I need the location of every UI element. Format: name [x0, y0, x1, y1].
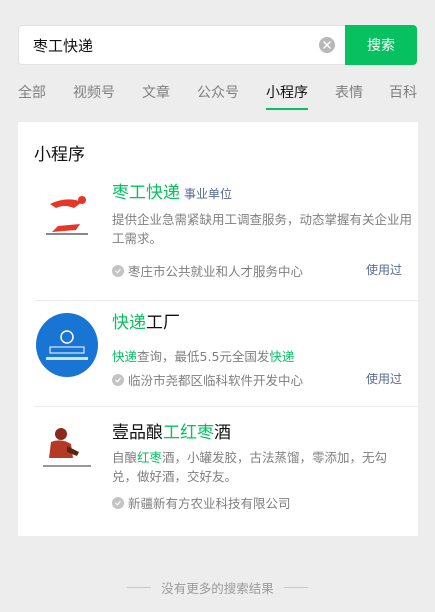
- verified-icon: [112, 264, 124, 277]
- result-description: 提供企业急需紧缺用工调查服务，动态掌握有关企业用工需求。: [112, 210, 412, 248]
- result-org: 枣庄市公共就业和人才服务中心: [112, 261, 303, 280]
- result-desc-highlight: 快递: [112, 349, 138, 364]
- no-more-results: 没有更多的搜索结果: [0, 578, 435, 597]
- result-org: 临汾市尧都区临科软件开发中心: [112, 370, 303, 389]
- verified-icon: [112, 373, 124, 386]
- tab-articles[interactable]: 文章: [142, 82, 170, 102]
- result-item[interactable]: 枣工快递 事业单位 提供企业急需紧缺用工调查服务，动态掌握有关企业用工需求。 枣庄…: [34, 172, 418, 280]
- footer-line: [127, 587, 152, 588]
- footer-line: [283, 587, 308, 588]
- search-button[interactable]: 搜索: [345, 25, 417, 65]
- tab-bar: 全部 视频号 文章 公众号 小程序 表情 百科: [0, 76, 435, 110]
- used-before-label: 使用过: [365, 372, 402, 386]
- result-badge: 事业单位: [184, 187, 233, 201]
- tab-stickers[interactable]: 表情: [335, 82, 363, 102]
- result-item[interactable]: 壹品酿工红枣酒 自酿红枣酒，小罐发胶，古法蒸馏，零添加，无勾兑，做好酒，交好友。…: [34, 412, 418, 518]
- result-description: 自酿红枣酒，小罐发胶，古法蒸馏，零添加，无勾兑，做好酒，交好友。: [112, 448, 412, 486]
- result-org: 新疆新有方农业科技有限公司: [112, 493, 291, 512]
- section-title: 小程序: [34, 145, 85, 165]
- yipinniang-logo-icon: [43, 428, 91, 467]
- result-desc-text: 查询，最低5.5元全国发: [137, 349, 270, 364]
- result-title-highlight: 快递: [112, 313, 146, 333]
- result-title: 快递工厂: [112, 308, 180, 333]
- tab-official-accounts[interactable]: 公众号: [197, 82, 239, 102]
- search-bar: 搜索: [18, 25, 417, 65]
- result-desc-text: 提供企业急需紧缺用工调查服务，动态掌握有关企业用工需求。: [112, 212, 413, 246]
- result-title-highlight: 工红枣: [163, 423, 214, 443]
- result-desc-highlight: 快递: [269, 349, 295, 364]
- search-input[interactable]: [33, 36, 319, 54]
- result-title-pre: 壹品酿: [112, 423, 163, 443]
- result-org-name: 新疆新有方农业科技有限公司: [128, 496, 291, 511]
- search-input-wrap: [18, 25, 345, 65]
- results-card: 小程序 枣工快递 事业单位 提供企业急需紧缺用工调查服务，动态掌握有关企业用工需求…: [18, 122, 418, 536]
- result-item[interactable]: 快递工厂 快递查询，最低5.5元全国发快递 临汾市尧都区临科软件开发中心 使用过: [34, 302, 418, 408]
- divider: [34, 406, 418, 407]
- tab-mini-programs[interactable]: 小程序: [266, 82, 308, 110]
- tab-encyclopedia[interactable]: 百科: [389, 82, 417, 102]
- tab-all[interactable]: 全部: [18, 82, 46, 102]
- result-desc-text: 自酿: [112, 450, 138, 465]
- used-before-label: 使用过: [365, 263, 402, 277]
- result-org-name: 枣庄市公共就业和人才服务中心: [128, 264, 304, 279]
- zaogong-logo-icon: [46, 196, 88, 235]
- app-logo: [36, 186, 98, 248]
- result-title-rest: 酒: [214, 423, 231, 443]
- result-title-rest: 工厂: [146, 313, 180, 333]
- result-title: 壹品酿工红枣酒: [112, 418, 231, 443]
- footer-text: 没有更多的搜索结果: [161, 581, 274, 596]
- tab-channels[interactable]: 视频号: [73, 82, 115, 102]
- verified-icon: [112, 496, 124, 509]
- result-title-highlight: 枣工快递: [112, 183, 180, 203]
- app-logo: [36, 422, 98, 484]
- result-desc-highlight: 红枣: [137, 450, 163, 465]
- clear-icon[interactable]: [319, 37, 335, 53]
- kuaidi-logo-icon: [36, 313, 98, 377]
- divider: [34, 300, 418, 301]
- result-org-name: 临汾市尧都区临科软件开发中心: [128, 373, 304, 388]
- result-description: 快递查询，最低5.5元全国发快递: [112, 347, 412, 366]
- result-title: 枣工快递 事业单位: [112, 178, 232, 203]
- app-logo: [36, 313, 98, 377]
